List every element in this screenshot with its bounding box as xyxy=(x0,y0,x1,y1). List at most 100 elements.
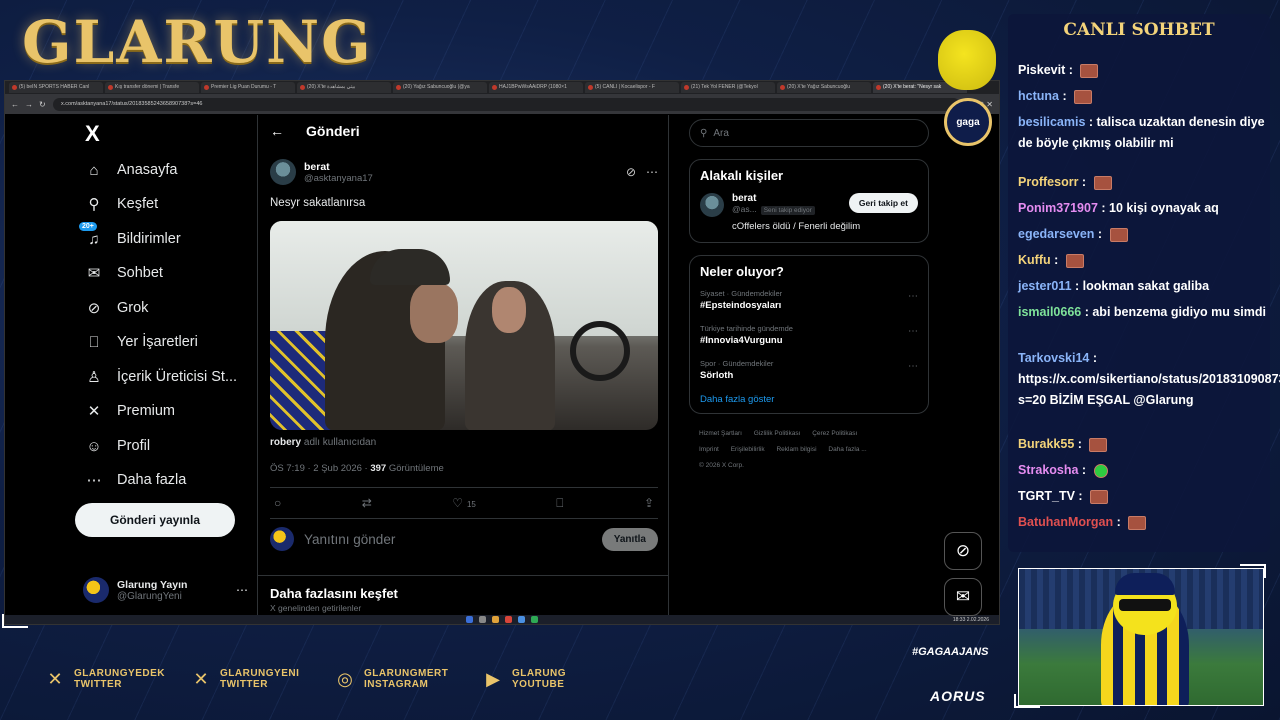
youtube-icon: ▶ xyxy=(486,668,500,689)
nav-item-grok[interactable]: ⊘ Grok xyxy=(85,299,149,317)
footer-link[interactable]: Imprint xyxy=(699,446,719,453)
reply-input[interactable]: Yanıtını gönder xyxy=(304,532,395,547)
nav-item-messages[interactable]: ✉ Sohbet xyxy=(85,264,163,282)
nav-item-profile[interactable]: ☺ Profil xyxy=(85,437,150,455)
browser-tab[interactable]: Kış transfer dönemi | Transfe xyxy=(105,82,199,93)
windows-start-icon[interactable] xyxy=(466,616,473,623)
chat-message: besilicamis : talisca uzaktan denesin di… xyxy=(1018,112,1268,154)
footer-link[interactable]: Gizlilik Politikası xyxy=(754,430,801,437)
address-bar: ← → ↻ x.com/asktanyana17/status/20183585… xyxy=(5,94,999,114)
trend-item[interactable]: Siyaset · Gündemdekiler #Epsteindosyaları… xyxy=(700,289,918,311)
social-handle: GLARUNG xyxy=(512,668,567,679)
reply-button[interactable]: Yanıtla xyxy=(601,527,658,551)
more-icon[interactable]: ⋯ xyxy=(908,326,918,337)
chat-username[interactable]: hctuna xyxy=(1018,89,1059,103)
search-input[interactable]: ⚲ Ara xyxy=(689,119,929,147)
show-more-link[interactable]: Daha fazla göster xyxy=(700,394,918,405)
browser-icon[interactable] xyxy=(505,616,512,623)
chat-username[interactable]: Kuffu xyxy=(1018,253,1051,267)
mail-icon: ✉ xyxy=(87,265,101,282)
nav-item-premium[interactable]: ✕ Premium xyxy=(85,402,175,420)
reply-icon[interactable]: ○ xyxy=(274,496,281,510)
chat-username[interactable]: egedarseven xyxy=(1018,227,1094,241)
reload-icon[interactable]: ↻ xyxy=(39,100,47,109)
footer-link[interactable]: Hizmet Şartları xyxy=(699,430,742,437)
browser-tab[interactable]: HAJ1BPwWsAAiDRP (1080×1 xyxy=(489,82,583,93)
chat-username[interactable]: Piskevit xyxy=(1018,63,1065,77)
browser-tab[interactable]: (20) X'te بيتي بمشاهدة xyxy=(297,82,391,93)
more-icon[interactable]: ⋯ xyxy=(646,165,658,179)
chat-username[interactable]: Ponim371907 xyxy=(1018,201,1098,215)
browser-tab[interactable]: Premier Lig Puan Durumu - T xyxy=(201,82,295,93)
follow-back-button[interactable]: Geri takip et xyxy=(848,193,918,213)
browser-tab[interactable]: (21) Tek Yol FENER (@Tekyol xyxy=(681,82,775,93)
nav-item-notifications[interactable]: ♫ 20+ Bildirimler xyxy=(79,222,181,248)
grok-icon[interactable]: ⊘ xyxy=(626,165,636,179)
share-icon[interactable]: ⇪ xyxy=(644,496,654,510)
folder-icon[interactable] xyxy=(492,616,499,623)
author-handle[interactable]: @asktanyana17 xyxy=(304,173,373,184)
social-platform: YOUTUBE xyxy=(512,679,565,690)
nav-item-creator-studio[interactable]: ♙ İçerik Üreticisi St... xyxy=(85,368,237,386)
creator-icon: ♙ xyxy=(87,369,101,386)
chat-username[interactable]: Strakosha xyxy=(1018,463,1078,477)
chrome-icon[interactable] xyxy=(531,616,538,623)
search-icon: ⚲ xyxy=(88,196,100,213)
trend-item[interactable]: Spor · Gündemdekiler Sörloth ⋯ xyxy=(700,359,918,381)
footer-link[interactable]: Daha fazla ... xyxy=(828,446,866,453)
x-logo-icon[interactable]: X xyxy=(85,121,100,147)
chat-username[interactable]: jester011 xyxy=(1018,279,1072,293)
footer-link[interactable]: Reklam bilgisi xyxy=(776,446,816,453)
page-title: Gönderi xyxy=(306,123,360,139)
more-icon[interactable]: ⋯ xyxy=(908,291,918,302)
footer-link[interactable]: Çerez Politikası xyxy=(812,430,857,437)
browser-tab[interactable]: (20) X'te Yağız Sabuncuoğlu xyxy=(777,82,871,93)
app-icon[interactable] xyxy=(518,616,525,623)
chat-username[interactable]: besilicamis xyxy=(1018,115,1085,129)
url-input[interactable]: x.com/asktanyana17/status/20183585243658… xyxy=(53,97,961,111)
chat-username[interactable]: Tarkovski14 xyxy=(1018,351,1089,365)
back-arrow-icon[interactable]: ← xyxy=(270,123,284,139)
tweet-video[interactable] xyxy=(270,221,658,430)
retweet-icon[interactable]: ⇄ xyxy=(362,496,372,510)
back-arrow-icon[interactable]: ← xyxy=(11,100,19,109)
bookmark-icon[interactable]: ⎕ xyxy=(556,496,563,511)
chat-username[interactable]: ismail0666 xyxy=(1018,305,1081,319)
browser-tab[interactable]: (20) Yağız Sabuncuoğlu (@ya xyxy=(393,82,487,93)
browser-tab[interactable]: (5) CANLI | Kocaelispor - F xyxy=(585,82,679,93)
source-user[interactable]: robery xyxy=(270,437,301,448)
nav-item-explore[interactable]: ⚲ Keşfet xyxy=(85,195,159,213)
chat-username[interactable]: TGRT_TV xyxy=(1018,489,1075,503)
more-icon[interactable]: ⋯ xyxy=(236,583,248,597)
nav-item-more[interactable]: ⋯ Daha fazla xyxy=(85,471,187,489)
social-twitter-yeni: ✕ GLARUNGYENI TWITTER xyxy=(190,668,299,690)
chat-username[interactable]: Burakk55 xyxy=(1018,437,1074,451)
nav-label: Grok xyxy=(117,300,149,316)
chat-username[interactable]: Proffesorr xyxy=(1018,175,1078,189)
author-avatar[interactable] xyxy=(270,159,296,185)
messages-fab-icon[interactable]: ✉ xyxy=(944,578,982,616)
account-switcher[interactable]: Glarung Yayın @GlarungYeni ⋯ xyxy=(83,577,248,603)
x-icon: ✕ xyxy=(47,668,63,689)
chat-username[interactable]: BatuhanMorgan xyxy=(1018,515,1113,529)
chat-message: Piskevit : xyxy=(1018,60,1268,81)
post-button[interactable]: Gönderi yayınla xyxy=(75,503,235,537)
browser-tab[interactable]: (5) beIN SPORTS HABER Canl xyxy=(9,82,103,93)
grok-fab-icon[interactable]: ⊘ xyxy=(944,532,982,570)
like-button[interactable]: ♡ 15 xyxy=(452,496,476,510)
social-handle: GLARUNGMERT xyxy=(364,668,449,679)
more-icon[interactable]: ⋯ xyxy=(908,361,918,372)
emote-icon xyxy=(1090,489,1109,504)
author-name[interactable]: berat xyxy=(304,161,373,173)
trend-item[interactable]: Türkiye tarihinde gündemde #Innovia4Vurgu… xyxy=(700,324,918,346)
nav-item-bookmarks[interactable]: ⎕ Yer İşaretleri xyxy=(85,333,197,351)
forward-arrow-icon[interactable]: → xyxy=(25,100,33,109)
views-label: Görüntüleme xyxy=(388,463,444,474)
nav-item-home[interactable]: ⌂ Anasayfa xyxy=(85,161,177,179)
chat-separator: : xyxy=(1078,175,1090,189)
search-icon[interactable] xyxy=(479,616,486,623)
person-row[interactable]: berat @as... Seni takip ediyor Geri takip… xyxy=(700,193,918,217)
footer-link[interactable]: Erişilebilirlik xyxy=(731,446,765,453)
tweet-time[interactable]: ÖS 7:19 · 2 Şub 2026 · xyxy=(270,463,368,474)
mascot-cap xyxy=(1115,573,1175,595)
